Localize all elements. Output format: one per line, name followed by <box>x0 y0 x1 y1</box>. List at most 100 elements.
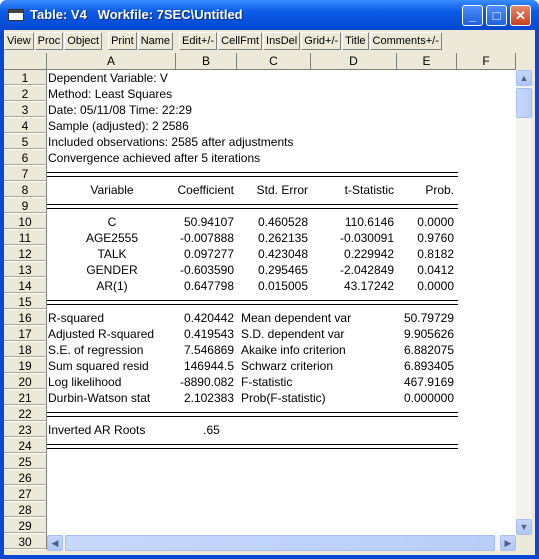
row-header[interactable]: 6 <box>4 150 47 166</box>
cell-b10[interactable]: 50.94107 <box>176 214 237 230</box>
scroll-up-button[interactable]: ▲ <box>516 70 532 86</box>
column-header-b[interactable]: B <box>176 53 237 70</box>
toolbar-button-print[interactable]: Print <box>108 32 137 50</box>
cell-e13[interactable]: 0.0412 <box>397 262 457 278</box>
toolbar-button-grid[interactable]: Grid+/- <box>301 32 342 50</box>
row-header[interactable]: 1 <box>4 70 47 86</box>
cell-e19[interactable]: 6.893405 <box>397 358 457 374</box>
cell-a23[interactable]: Inverted AR Roots <box>47 422 497 438</box>
cell-b12[interactable]: 0.097277 <box>176 246 237 262</box>
row-header[interactable]: 17 <box>4 326 47 342</box>
cell-b18[interactable]: 7.546869 <box>176 342 237 358</box>
row-header[interactable]: 28 <box>4 502 47 518</box>
toolbar-button-object[interactable]: Object <box>64 32 103 50</box>
scroll-left-button[interactable]: ◀ <box>47 535 63 551</box>
column-header-d[interactable]: D <box>311 53 397 70</box>
minimize-button[interactable]: _ <box>462 5 483 26</box>
row-header[interactable]: 18 <box>4 342 47 358</box>
cell-a8[interactable]: Variable <box>47 182 176 198</box>
cell-b16[interactable]: 0.420442 <box>176 310 237 326</box>
toolbar-button-view[interactable]: View <box>4 32 34 50</box>
cell-e14[interactable]: 0.0000 <box>397 278 457 294</box>
cell-d14[interactable]: 43.17242 <box>311 278 397 294</box>
row-header[interactable]: 11 <box>4 230 47 246</box>
row-header[interactable]: 4 <box>4 118 47 134</box>
cell-b14[interactable]: 0.647798 <box>176 278 237 294</box>
cell-c10[interactable]: 0.460528 <box>237 214 311 230</box>
close-button[interactable]: ✕ <box>510 5 531 26</box>
toolbar-button-edit[interactable]: Edit+/- <box>179 32 218 50</box>
cell-d13[interactable]: -2.042849 <box>311 262 397 278</box>
toolbar-button-proc[interactable]: Proc <box>34 32 64 50</box>
toolbar-button-title[interactable]: Title <box>342 32 369 50</box>
cell-c11[interactable]: 0.262135 <box>237 230 311 246</box>
cell-e11[interactable]: 0.9760 <box>397 230 457 246</box>
vertical-scrollbar[interactable]: ▲ ▼ <box>516 70 532 535</box>
cell-b11[interactable]: -0.007888 <box>176 230 237 246</box>
cell-a1[interactable]: Dependent Variable: V <box>47 70 497 86</box>
cell-e17[interactable]: 9.905626 <box>397 326 457 342</box>
cell-a5[interactable]: Included observations: 2585 after adjust… <box>47 134 497 150</box>
cell-a6[interactable]: Convergence achieved after 5 iterations <box>47 150 497 166</box>
cell-a12[interactable]: TALK <box>47 246 176 262</box>
row-header[interactable]: 16 <box>4 310 47 326</box>
scroll-right-button[interactable]: ▶ <box>500 535 516 551</box>
horizontal-scrollbar[interactable]: ◀ ▶ <box>47 535 516 551</box>
row-header[interactable]: 29 <box>4 518 47 534</box>
cell-a11[interactable]: AGE2555 <box>47 230 176 246</box>
cell-a10[interactable]: C <box>47 214 176 230</box>
row-header[interactable]: 10 <box>4 214 47 230</box>
row-header[interactable]: 27 <box>4 486 47 502</box>
cell-e10[interactable]: 0.0000 <box>397 214 457 230</box>
cell-e21[interactable]: 0.000000 <box>397 390 457 406</box>
cell-b21[interactable]: 2.102383 <box>176 390 237 406</box>
cell-b19[interactable]: 146944.5 <box>176 358 237 374</box>
row-header[interactable]: 14 <box>4 278 47 294</box>
cell-a3[interactable]: Date: 05/11/08 Time: 22:29 <box>47 102 497 118</box>
cell-a2[interactable]: Method: Least Squares <box>47 86 497 102</box>
vertical-scroll-thumb[interactable] <box>516 88 532 118</box>
row-header[interactable]: 13 <box>4 262 47 278</box>
cell-a13[interactable]: GENDER <box>47 262 176 278</box>
cell-b23[interactable]: .65 <box>176 422 237 438</box>
cell-e8[interactable]: Prob. <box>397 182 457 198</box>
row-header[interactable]: 24 <box>4 438 47 454</box>
column-header-c[interactable]: C <box>237 53 311 70</box>
row-header[interactable]: 23 <box>4 422 47 438</box>
cell-a4[interactable]: Sample (adjusted): 2 2586 <box>47 118 497 134</box>
row-header[interactable]: 12 <box>4 246 47 262</box>
cell-c12[interactable]: 0.423048 <box>237 246 311 262</box>
horizontal-scroll-thumb[interactable] <box>65 535 495 551</box>
cell-e20[interactable]: 467.9169 <box>397 374 457 390</box>
column-header-e[interactable]: E <box>397 53 457 70</box>
cell-b17[interactable]: 0.419543 <box>176 326 237 342</box>
row-header[interactable]: 2 <box>4 86 47 102</box>
cell-d10[interactable]: 110.6146 <box>311 214 397 230</box>
cell-e16[interactable]: 50.79729 <box>397 310 457 326</box>
row-header[interactable]: 8 <box>4 182 47 198</box>
row-header[interactable]: 20 <box>4 374 47 390</box>
cell-b13[interactable]: -0.603590 <box>176 262 237 278</box>
cell-b8[interactable]: Coefficient <box>176 182 237 198</box>
toolbar-button-comments[interactable]: Comments+/- <box>369 32 442 50</box>
row-header[interactable]: 22 <box>4 406 47 422</box>
cell-e18[interactable]: 6.882075 <box>397 342 457 358</box>
scroll-down-button[interactable]: ▼ <box>516 519 532 535</box>
row-header[interactable]: 15 <box>4 294 47 310</box>
cell-d11[interactable]: -0.030091 <box>311 230 397 246</box>
cell-c13[interactable]: 0.295465 <box>237 262 311 278</box>
row-header[interactable]: 30 <box>4 534 47 550</box>
row-header[interactable]: 3 <box>4 102 47 118</box>
row-header[interactable]: 26 <box>4 470 47 486</box>
toolbar-button-name[interactable]: Name <box>137 32 174 50</box>
row-header[interactable]: 25 <box>4 454 47 470</box>
toolbar-button-cellfmt[interactable]: CellFmt <box>218 32 263 50</box>
maximize-button[interactable]: □ <box>486 5 507 26</box>
title-bar[interactable]: Table: V4 Workfile: 7SEC\Untitled _ □ ✕ <box>0 0 539 30</box>
row-header[interactable]: 19 <box>4 358 47 374</box>
column-header-f[interactable]: F <box>457 53 516 70</box>
cell-d12[interactable]: 0.229942 <box>311 246 397 262</box>
cell-e12[interactable]: 0.8182 <box>397 246 457 262</box>
cell-c8[interactable]: Std. Error <box>237 182 311 198</box>
column-header-a[interactable]: A <box>47 53 176 70</box>
